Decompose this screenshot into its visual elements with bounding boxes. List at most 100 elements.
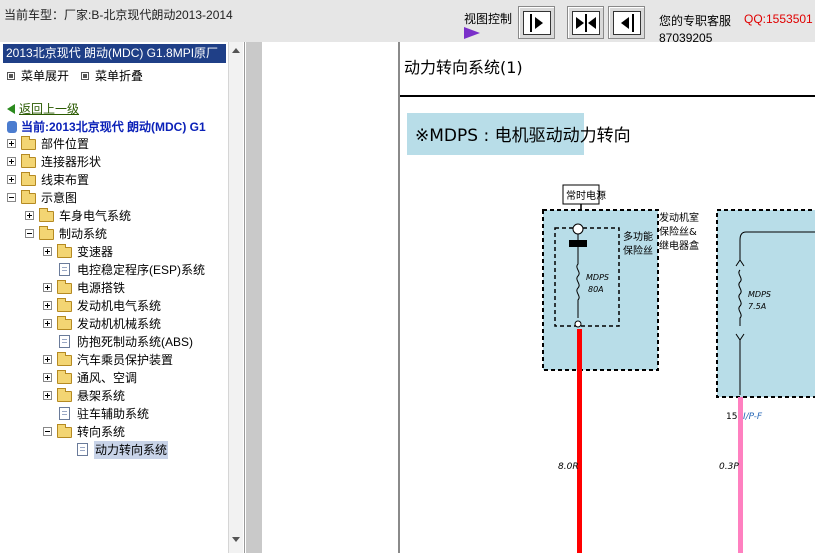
fuse1-label: MDPS: [586, 273, 609, 282]
red-power-wire: [577, 329, 582, 553]
back-link[interactable]: 返回上一级: [7, 100, 79, 117]
expand-toggle-icon[interactable]: [7, 175, 16, 184]
engine-room-label-1: 发动机室: [659, 211, 699, 224]
expand-toggle-icon[interactable]: [43, 319, 52, 328]
collapse-menu-label: 菜单折叠: [95, 69, 144, 83]
folder-icon: [57, 388, 72, 402]
current-vehicle-label: 当前车型：厂家:B-北京现代朗动2013-2014: [4, 8, 233, 22]
tree-label: 驻车辅助系统: [77, 407, 150, 421]
split-view-button[interactable]: [567, 6, 604, 39]
view-control-arrow-icon: [464, 27, 480, 39]
arrows-center-icon: [572, 11, 600, 35]
document-icon: [77, 443, 88, 456]
tree-item-brake-system[interactable]: 制动系统: [25, 225, 225, 243]
expand-toggle-icon[interactable]: [43, 373, 52, 382]
connector-label: I/P-F: [743, 412, 763, 422]
tree-item-transmission[interactable]: 变速器: [43, 243, 227, 261]
tree-label: 变速器: [77, 245, 114, 259]
expand-toggle-icon[interactable]: [43, 355, 52, 364]
engine-room-label-3: 继电器盒: [659, 239, 699, 252]
collapse-toggle-icon[interactable]: [25, 229, 34, 238]
collapse-left-button[interactable]: [518, 6, 555, 39]
expand-toggle-icon[interactable]: [43, 247, 52, 256]
tree-label: 通风、空调: [77, 371, 138, 385]
scroll-down-icon[interactable]: [232, 537, 240, 542]
tree-label: 车身电气系统: [59, 209, 132, 223]
tree-label: 发动机机械系统: [77, 317, 162, 331]
folder-open-icon: [21, 190, 36, 204]
expand-toggle-icon[interactable]: [43, 391, 52, 400]
tree-item-srs[interactable]: 汽车乘员保护装置: [43, 351, 227, 369]
tree-label: 电控稳定程序(ESP)系统: [77, 263, 206, 277]
document-icon: [59, 407, 70, 420]
tree-label: 汽车乘员保护装置: [77, 353, 174, 367]
tree-label-selected: 动力转向系统: [94, 441, 169, 459]
fuse-bar-icon: [569, 240, 587, 247]
document-icon: [59, 335, 70, 348]
current-path-label: 当前:2013北京现代 朗动(MDC) G1: [21, 120, 206, 134]
arrow-left-bar-icon: [613, 11, 641, 35]
collapse-toggle-icon[interactable]: [43, 427, 52, 436]
tree-item-parts[interactable]: 部件位置: [7, 135, 227, 153]
folder-open-icon: [57, 424, 72, 438]
tree-item-power-steering[interactable]: 动力转向系统: [61, 441, 227, 459]
folder-icon: [21, 136, 36, 150]
fuse1-rating: 80A: [588, 285, 604, 294]
collapse-toggle-icon[interactable]: [7, 193, 16, 202]
tree-item-power-ground[interactable]: 电源搭铁: [43, 279, 227, 297]
tree-item-engine-mechanical[interactable]: 发动机机械系统: [43, 315, 227, 333]
tree-item-body-electrical[interactable]: 车身电气系统: [25, 207, 225, 225]
tree-item-parking-assist[interactable]: 驻车辅助系统: [43, 405, 227, 423]
pin-number: 15: [726, 412, 737, 422]
tree-label: 电源搭铁: [77, 281, 126, 295]
scroll-up-icon[interactable]: [232, 48, 240, 53]
tree-label: 连接器形状: [41, 155, 102, 169]
tree-label: 线束布置: [41, 173, 90, 187]
expand-menu-button[interactable]: 菜单展开: [7, 67, 69, 84]
tree-item-harness[interactable]: 线束布置: [7, 171, 227, 189]
qq-link[interactable]: QQ:1553501: [744, 12, 813, 26]
folder-icon: [57, 244, 72, 258]
tree-label: 示意图: [41, 191, 78, 205]
expand-toggle-icon[interactable]: [7, 139, 16, 148]
folder-icon: [57, 352, 72, 366]
collapse-icon: [81, 72, 89, 80]
terminal-circle: [572, 223, 584, 235]
engine-room-label-2: 保险丝&: [659, 225, 697, 238]
database-icon: [7, 121, 17, 133]
expand-icon: [7, 72, 15, 80]
expand-toggle-icon[interactable]: [7, 157, 16, 166]
tree-item-connectors[interactable]: 连接器形状: [7, 153, 227, 171]
expand-toggle-icon[interactable]: [25, 211, 34, 220]
expand-menu-label: 菜单展开: [21, 69, 70, 83]
top-toolbar: 当前车型：厂家:B-北京现代朗动2013-2014 视图控制 您的专职客服 QQ…: [0, 0, 815, 45]
wiring-schematic: 常时电源 MDPS 80A 多功能 保险丝 发动机室 保险丝& 继电器盒 8.0…: [542, 184, 815, 553]
tree-item-steering[interactable]: 转向系统: [43, 423, 227, 441]
tree-label: 部件位置: [41, 137, 90, 151]
folder-icon: [57, 370, 72, 384]
tree-item-schematic[interactable]: 示意图: [7, 189, 227, 207]
multi-fuse-label-2: 保险丝: [623, 244, 653, 257]
tree-item-hvac[interactable]: 通风、空调: [43, 369, 227, 387]
pane-splitter[interactable]: [246, 42, 262, 553]
pink-signal-wire: [738, 397, 743, 553]
tree-item-engine-electrical[interactable]: 发动机电气系统: [43, 297, 227, 315]
current-path: 当前:2013北京现代 朗动(MDC) G1: [7, 118, 206, 135]
tree-item-esp[interactable]: 电控稳定程序(ESP)系统: [43, 261, 227, 279]
sidebar: 2013北京现代 朗动(MDC) G1.8MPI原厂 菜单展开 菜单折叠 返回上…: [0, 42, 245, 553]
tree-item-abs[interactable]: 防抱死制动系统(ABS): [43, 333, 227, 351]
wiring-diagram-view: 动力转向系统(1) ※MDPS : 电机驱动动力转向 常时电源 MDPS 80A…: [262, 42, 815, 553]
view-control-label: 视图控制: [464, 12, 513, 26]
sidebar-scrollbar[interactable]: [228, 42, 243, 553]
collapse-menu-button[interactable]: 菜单折叠: [81, 67, 143, 84]
terminal-circle: [574, 320, 582, 328]
folder-icon: [21, 172, 36, 186]
wire1-label: 8.0R: [558, 462, 579, 472]
expand-toggle-icon[interactable]: [43, 301, 52, 310]
tree-item-suspension[interactable]: 悬架系统: [43, 387, 227, 405]
collapse-right-button[interactable]: [608, 6, 645, 39]
folder-icon: [57, 316, 72, 330]
tree-label: 转向系统: [77, 425, 126, 439]
multi-fuse-label-1: 多功能: [623, 230, 653, 243]
expand-toggle-icon[interactable]: [43, 283, 52, 292]
